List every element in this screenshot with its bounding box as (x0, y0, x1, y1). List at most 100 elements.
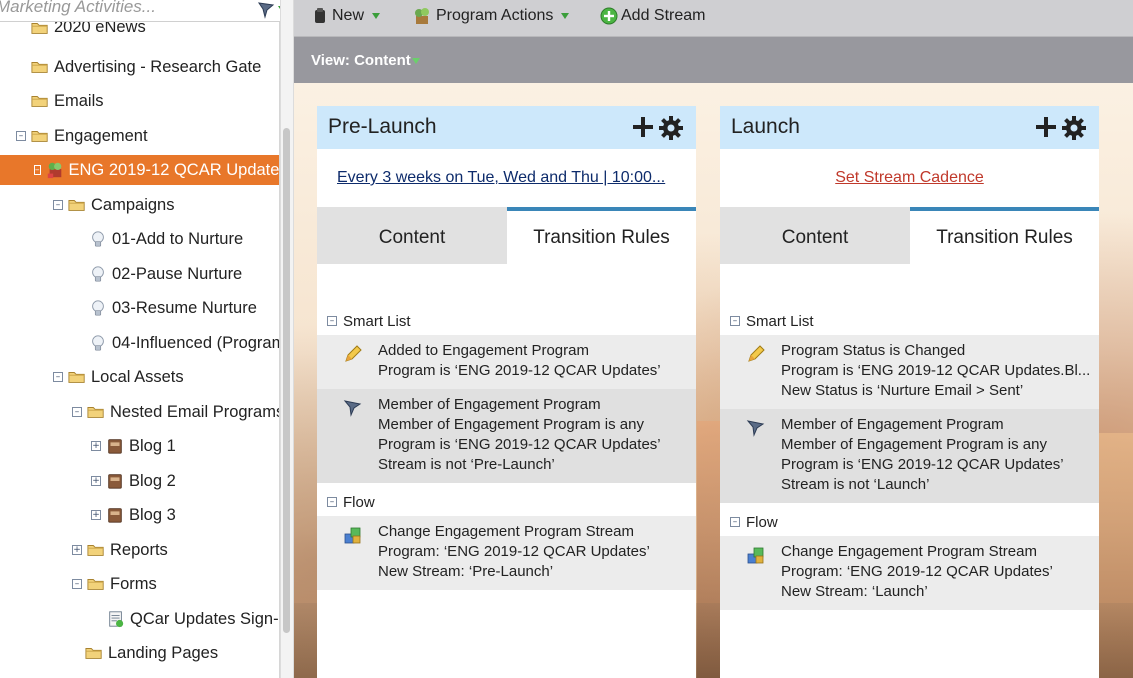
expand-icon[interactable]: + (72, 545, 82, 555)
email-program-icon (108, 508, 122, 523)
view-dropdown-caret[interactable] (412, 58, 420, 64)
program-actions-button[interactable]: Program Actions (413, 5, 570, 27)
add-icon[interactable] (1034, 115, 1058, 139)
rule-item[interactable]: Member of Engagement Program Member of En… (720, 409, 1099, 503)
toolbar: New Program Actions Add Stream (294, 0, 1133, 37)
tree-item[interactable]: – Nested Email Programs (72, 397, 279, 427)
form-icon (109, 611, 124, 628)
collapse-icon[interactable]: – (730, 517, 740, 527)
rule-detail: Member of Engagement Program is any (781, 436, 1047, 453)
tree-item[interactable]: Emails (30, 86, 104, 116)
tree-item[interactable]: – Engagement (16, 121, 148, 151)
tree-item-label: 04-Influenced (Program (112, 333, 280, 352)
tree-search-input[interactable]: Marketing Activities... (0, 0, 246, 17)
tab-content[interactable]: Content (317, 207, 507, 264)
collapse-icon[interactable]: – (327, 497, 337, 507)
add-stream-label: Add Stream (621, 7, 706, 24)
collapse-icon[interactable]: – (730, 316, 740, 326)
expand-icon[interactable]: + (91, 510, 101, 520)
change-stream-icon (344, 527, 361, 544)
rule-item[interactable]: Change Engagement Program Stream Program:… (317, 516, 696, 590)
tree-item[interactable]: Landing Pages (84, 638, 218, 668)
collapse-icon[interactable]: – (34, 165, 41, 175)
tree-item[interactable]: QCar Updates Sign-u (106, 604, 280, 634)
program-actions-dropdown-caret (561, 13, 570, 19)
collapse-icon[interactable]: – (16, 131, 26, 141)
tree-item[interactable]: Advertising - Research Gate (30, 52, 261, 82)
tree-item[interactable]: – ENG 2019-12 QCAR Updates (0, 155, 280, 185)
rule-detail: New Status is ‘Nurture Email > Sent’ (781, 382, 1024, 399)
tab-content[interactable]: Content (720, 207, 910, 264)
tree-search-bar: Marketing Activities... (0, 0, 293, 22)
section-header[interactable]: – Flow (327, 492, 375, 512)
tree-item[interactable]: 01-Add to Nurture (88, 224, 243, 254)
add-icon[interactable] (631, 115, 655, 139)
tree-item-label: Campaigns (91, 195, 175, 214)
rule-title: Change Engagement Program Stream (378, 523, 634, 540)
folder-icon (68, 200, 85, 211)
section-header[interactable]: – Smart List (730, 311, 814, 331)
tree-item-label: QCar Updates Sign-u (130, 609, 280, 628)
expand-icon[interactable]: + (91, 441, 101, 451)
section-header[interactable]: – Smart List (327, 311, 411, 331)
stream-cadence-link[interactable]: Every 3 weeks on Tue, Wed and Thu | 10:0… (337, 169, 677, 187)
stream-header: Launch (720, 106, 1099, 149)
tree-item-label: Blog 1 (129, 436, 176, 455)
tree-item[interactable]: 03-Resume Nurture (88, 293, 257, 323)
collapse-icon[interactable]: – (53, 200, 63, 210)
rule-detail: New Stream: ‘Launch’ (781, 583, 928, 600)
tree-item[interactable]: – Campaigns (53, 190, 174, 220)
add-stream-button[interactable]: Add Stream (600, 5, 705, 27)
stream-title: Pre-Launch (328, 115, 437, 138)
collapse-icon[interactable]: – (327, 316, 337, 326)
engagement-program-icon (47, 162, 61, 179)
expand-icon[interactable]: + (91, 476, 101, 486)
tree-item[interactable]: 04-Influenced (Program (88, 328, 280, 358)
new-button[interactable]: New (314, 5, 381, 27)
tree-item[interactable]: + Reports (72, 535, 168, 565)
tree-item[interactable]: + Blog 2 (91, 466, 176, 496)
view-selector[interactable]: View: Content (311, 52, 411, 69)
lightbulb-icon (92, 335, 104, 351)
tree-item-label: Forms (110, 574, 157, 593)
rule-detail: Stream is not ‘Pre-Launch’ (378, 456, 555, 473)
rule-detail: Program: ‘ENG 2019-12 QCAR Updates’ (378, 543, 650, 560)
tab-transition-rules[interactable]: Transition Rules (507, 207, 696, 264)
new-dropdown-caret (372, 13, 381, 19)
stream-header: Pre-Launch (317, 106, 696, 149)
tree-item-label: ENG 2019-12 QCAR Updates (68, 160, 280, 179)
section-label: Smart List (746, 312, 814, 330)
tree-item[interactable]: 02-Pause Nurture (88, 259, 242, 289)
lightbulb-icon (92, 266, 104, 282)
stream-cadence-link[interactable]: Set Stream Cadence (720, 169, 1099, 187)
tree-item-label: Reports (110, 540, 168, 559)
gear-icon[interactable] (658, 115, 684, 141)
folder-icon (31, 62, 48, 73)
rule-title: Added to Engagement Program (378, 342, 589, 359)
collapse-icon[interactable]: – (53, 372, 63, 382)
tree-scrollbar[interactable] (283, 128, 290, 633)
collapse-icon[interactable]: – (72, 579, 82, 589)
tab-transition-rules[interactable]: Transition Rules (910, 207, 1099, 264)
new-label: New (332, 7, 365, 24)
gear-icon[interactable] (1061, 115, 1087, 141)
rule-item[interactable]: Member of Engagement Program Member of En… (317, 389, 696, 483)
tree-item[interactable]: – Local Assets (53, 362, 184, 392)
folder-icon (87, 545, 104, 556)
tree-item[interactable]: + Blog 3 (91, 500, 176, 530)
stream-column: Launch Set Stream Cadence Content Transitio… (720, 106, 1099, 678)
tree-item[interactable]: + Blog 1 (91, 431, 176, 461)
stream-column: Pre-Launch Every 3 weeks on Tue, Wed and … (317, 106, 696, 678)
filter-icon[interactable] (256, 0, 276, 20)
stream-title: Launch (731, 115, 800, 138)
email-program-icon (108, 439, 122, 454)
rule-title: Member of Engagement Program (781, 416, 1004, 433)
rule-item[interactable]: Added to Engagement Program Program is ‘E… (317, 335, 696, 389)
collapse-icon[interactable]: – (72, 407, 82, 417)
tree-item[interactable]: – Forms (72, 569, 157, 599)
rule-item[interactable]: Program Status is Changed Program is ‘ENG… (720, 335, 1099, 409)
rule-item[interactable]: Change Engagement Program Stream Program:… (720, 536, 1099, 610)
tree-item-label: Advertising - Research Gate (54, 57, 262, 76)
program-actions-label: Program Actions (436, 7, 554, 24)
section-header[interactable]: – Flow (730, 512, 778, 532)
